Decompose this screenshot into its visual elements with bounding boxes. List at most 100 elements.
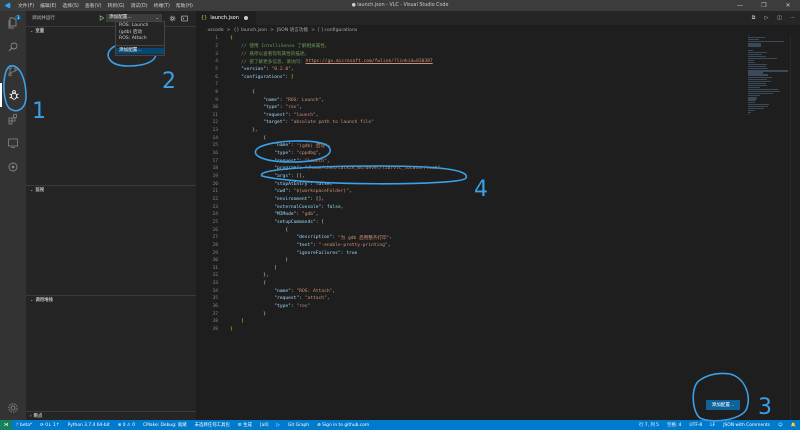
status-git-graph[interactable]: Git Graph [284, 423, 313, 428]
code-token: "launch" [293, 112, 316, 118]
menu-help[interactable]: 帮助(H) [176, 2, 193, 9]
status-build[interactable]: ⚙ 生成 [234, 422, 256, 428]
code-line[interactable]: 23 "externalConsole": false, [196, 203, 343, 211]
code-line[interactable]: 31 ] [196, 265, 277, 273]
close-button[interactable]: ✕ [776, 0, 800, 11]
code-line[interactable]: 12 "target": "absolute path to launch fi… [196, 119, 373, 127]
status-problems[interactable]: ⊗ 0 ⚠ 0 [114, 423, 139, 428]
code-line[interactable]: 3 // 悬停以查看现有属性的描述。 [196, 50, 309, 58]
code-line[interactable]: 4 // 欲了解更多信息，请访问: https://go.microsoft.c… [196, 58, 432, 66]
code-line[interactable]: 32 }, [196, 272, 268, 280]
code-line[interactable]: 6 "configurations": [ [196, 73, 293, 81]
restore-button[interactable]: ❐ [752, 0, 776, 11]
code-line[interactable]: 2 // 使用 IntelliSense 了解相关属性。 [196, 43, 329, 51]
status-cmake[interactable]: CMake: Debug: 就绪 [139, 422, 191, 428]
code-line[interactable]: 35 "request": "attach", [196, 295, 329, 303]
code-line[interactable]: 36 "type": "ros" [196, 303, 310, 311]
code-line[interactable]: 5 "version": "0.2.0", [196, 66, 293, 74]
breadcrumb-symbol[interactable]: [ ] configurations [318, 28, 357, 33]
menu-debug[interactable]: 调试(D) [131, 2, 148, 9]
status-github-signin[interactable]: ⊕ Sign in to github.com [313, 423, 373, 428]
more-actions-icon[interactable]: ⋯ [789, 15, 796, 21]
status-indentation[interactable]: 空格: 4 [663, 422, 685, 428]
code-line[interactable]: 14 { [196, 134, 266, 142]
open-launch-json-gear-icon[interactable] [168, 14, 176, 22]
start-debugging-icon[interactable] [98, 14, 106, 22]
ros-icon[interactable] [0, 155, 26, 179]
status-python-interpreter[interactable]: Python 3.7.4 64-bit [64, 423, 114, 428]
code-line[interactable]: 38 ] [196, 318, 243, 326]
menu-go[interactable]: 转到(G) [108, 2, 125, 9]
code-line[interactable]: 20 "stopAtEntry": false, [196, 180, 332, 188]
minimize-button[interactable]: — [728, 0, 752, 11]
debug-icon[interactable] [0, 83, 26, 107]
code-line[interactable]: 10 "type": "ros", [196, 104, 302, 112]
feedback-icon[interactable]: ☺ [774, 423, 787, 428]
dropdown-option-ros-attach[interactable]: ROS: Attach [116, 36, 164, 43]
code-line[interactable]: 26 { [196, 226, 288, 234]
menu-terminal[interactable]: 终端(T) [154, 2, 170, 9]
status-language-mode[interactable]: JSON with Comments [719, 423, 774, 428]
code-line[interactable]: 1{ [196, 35, 233, 43]
menu-selection[interactable]: 选择(S) [62, 2, 78, 9]
code-line[interactable]: 30 } [196, 257, 288, 265]
code-line[interactable]: 39} [196, 326, 232, 334]
status-encoding[interactable]: UTF-8 [685, 423, 706, 428]
code-line[interactable]: 27 "description": "为 gdb 启用整齐打印", [196, 234, 392, 242]
code-line[interactable]: 22 "environment": [], [196, 196, 324, 204]
code-line[interactable]: 9 "name": "ROS: Launch", [196, 96, 324, 104]
code-line[interactable]: 17 "request": "launch", [196, 157, 329, 165]
source-control-icon[interactable] [0, 59, 26, 83]
code-line[interactable]: 16 "type": "cppdbg", [196, 150, 321, 158]
unsaved-dot-icon[interactable] [243, 16, 248, 20]
run-icon[interactable]: ▷ [763, 15, 770, 21]
breadcrumb-file[interactable]: {} launch.json [234, 28, 268, 33]
debug-console-icon[interactable] [180, 14, 188, 22]
tab-launch-json[interactable]: {} launch.json [196, 11, 256, 25]
code-line[interactable]: 25 "setupCommands": [ [196, 219, 324, 227]
status-run[interactable]: ▷ [272, 423, 283, 428]
minimap[interactable] [748, 35, 788, 116]
menu-edit[interactable]: 编辑(E) [40, 2, 56, 9]
status-target[interactable]: [all] [256, 423, 273, 428]
menu-view[interactable]: 查看(V) [85, 2, 102, 9]
compare-icon[interactable]: ⧉ [750, 15, 757, 21]
code-line[interactable]: 11 "request": "launch", [196, 112, 318, 120]
breadcrumb-folder[interactable]: .vscode [206, 28, 224, 33]
status-cursor-position[interactable]: 行 7, 列 5 [635, 422, 663, 428]
code-line[interactable]: 21 "cwd": "${workspaceFolder}", [196, 188, 351, 196]
status-branch[interactable]: ᚠ beta* [12, 422, 36, 428]
remote-explorer-icon[interactable] [0, 131, 26, 155]
section-watch[interactable]: ⌄ 监视 [26, 185, 196, 193]
status-kit[interactable]: 未选择任何工具包 [191, 422, 234, 428]
code-line[interactable]: 37 } [196, 310, 266, 318]
code-line[interactable]: 34 "name": "ROS: Attach", [196, 287, 335, 295]
settings-gear-icon[interactable] [0, 396, 26, 420]
menu-file[interactable]: 文件(F) [18, 2, 34, 9]
code-line[interactable]: 24 "MIMode": "gdb", [196, 211, 318, 219]
code-line[interactable]: 19 "args": [], [196, 173, 304, 181]
split-editor-icon[interactable]: ◫ [776, 15, 783, 21]
status-sync[interactable]: ⟳ 0↓ 1↑ [36, 423, 63, 428]
breadcrumb-language[interactable]: JSON 语言功能 [277, 27, 308, 33]
code-line[interactable]: 8 { [196, 89, 255, 97]
code-line[interactable]: 15 "name": "(gdb) 启动", [196, 142, 330, 150]
section-variables[interactable]: ⌄ 变量 [26, 26, 196, 34]
extensions-icon[interactable] [0, 107, 26, 131]
code-line[interactable]: 13 }, [196, 127, 257, 135]
dropdown-option-add-configuration[interactable]: 添加配置... [116, 47, 164, 54]
remote-indicator-icon[interactable]: ⋊ [0, 420, 12, 430]
section-call-stack[interactable]: ⌄ 调用堆栈 [26, 295, 196, 303]
add-configuration-button[interactable]: 添加配置... [706, 400, 740, 410]
search-icon[interactable] [0, 35, 26, 59]
explorer-icon[interactable]: 1 [0, 11, 26, 35]
code-line[interactable]: 7 [196, 81, 230, 89]
code-line[interactable]: 29 "ignoreFailures": true [196, 249, 357, 257]
vertical-scrollbar[interactable] [790, 35, 800, 420]
notifications-bell-icon[interactable]: 🔔 [787, 423, 800, 428]
code-line[interactable]: 28 "text": "-enable-pretty-printing", [196, 242, 390, 250]
code-line[interactable]: 33 { [196, 280, 266, 288]
code-line[interactable]: 18 "program": "/home/chen/catkin_ws/deve… [196, 165, 443, 173]
status-eol[interactable]: LF [706, 423, 719, 428]
section-breakpoints[interactable]: › 断点 [26, 411, 196, 419]
